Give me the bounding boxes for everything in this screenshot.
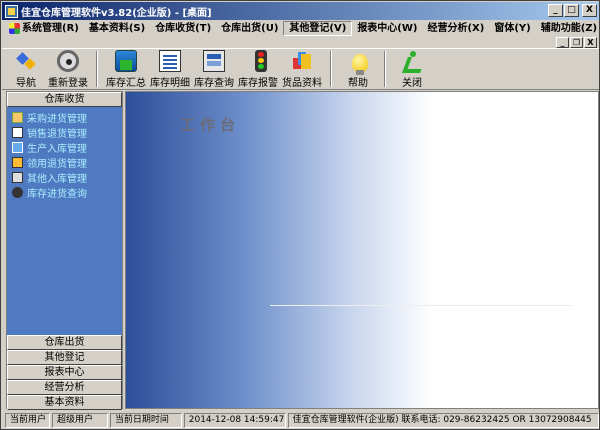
close-icon xyxy=(401,50,423,72)
window-title: 佳宜仓库管理软件v3.82(企业版) - [桌面] xyxy=(21,7,212,19)
toolbar-separator xyxy=(384,51,386,87)
toolbar-separator xyxy=(330,51,332,87)
stock-alarm-icon xyxy=(254,50,267,72)
desktop-title: 工作台 xyxy=(180,116,241,134)
sidebar-item-production-in[interactable]: 生产入库管理 xyxy=(7,140,122,155)
menu-warehouse-receive[interactable]: 仓库收货(T) xyxy=(150,21,216,36)
purchase-icon xyxy=(12,112,23,123)
status-contact: 佳宜仓库管理软件(企业版) 联系电话: 029-86232425 OR 1307… xyxy=(287,413,600,428)
relogin-icon xyxy=(57,50,79,72)
stock-alarm-button[interactable]: 库存报警 xyxy=(236,49,280,89)
usage-return-icon xyxy=(12,157,23,168)
status-user-value: 超级用户 xyxy=(51,413,108,428)
system-icon xyxy=(9,23,20,34)
sidebar-group-other-register[interactable]: 其他登记 xyxy=(7,350,122,365)
stock-query-icon xyxy=(203,50,225,72)
menu-other-register[interactable]: 其他登记(V) xyxy=(283,21,353,36)
query-icon xyxy=(12,187,23,198)
app-window: 佳宜仓库管理软件v3.82(企业版) - [桌面] _ □ X 系统管理(R) … xyxy=(0,0,600,430)
toolbar-separator xyxy=(96,51,98,87)
menu-warehouse-ship[interactable]: 仓库出货(U) xyxy=(216,21,283,36)
menu-aux-functions[interactable]: 辅助功能(Z) xyxy=(536,21,600,36)
minimize-button[interactable]: _ xyxy=(548,4,563,17)
stock-summary-button[interactable]: 库存汇总 xyxy=(104,49,148,89)
menu-business-analysis[interactable]: 经营分析(X) xyxy=(422,21,489,36)
menu-basic-data[interactable]: 基本资料(S) xyxy=(84,21,150,36)
status-datetime-label: 当前日期时间 xyxy=(109,413,182,428)
sidebar-group-body: 采购进货管理 销售退货管理 生产入库管理 领用退货管理 其他入库管理 库存进货查… xyxy=(7,107,122,335)
sidebar-group-warehouse-ship[interactable]: 仓库出货 xyxy=(7,335,122,350)
status-user-label: 当前用户 xyxy=(5,413,50,428)
sidebar: 仓库收货 采购进货管理 销售退货管理 生产入库管理 领用退货管理 其他入库管理 … xyxy=(6,91,123,410)
help-icon xyxy=(351,54,368,75)
stock-detail-button[interactable]: 库存明细 xyxy=(148,49,192,89)
other-in-icon xyxy=(12,172,23,183)
sidebar-item-usage-return[interactable]: 领用退货管理 xyxy=(7,155,122,170)
sidebar-group-business-analysis[interactable]: 经营分析 xyxy=(7,380,122,395)
sales-return-icon xyxy=(12,127,23,138)
stock-query-button[interactable]: 库存查询 xyxy=(192,49,236,89)
status-datetime-value: 2014-12-08 14:59:47 xyxy=(183,413,286,428)
production-icon xyxy=(12,142,23,153)
goods-button[interactable]: 货品资料 xyxy=(280,49,324,89)
nav-button[interactable]: 导航 xyxy=(6,49,46,89)
sidebar-item-stock-in-query[interactable]: 库存进货查询 xyxy=(7,185,122,200)
desktop-panel: 工作台 xyxy=(125,91,599,409)
menu-report-center[interactable]: 报表中心(W) xyxy=(352,21,422,36)
app-icon xyxy=(5,4,18,18)
sidebar-group-report-center[interactable]: 报表中心 xyxy=(7,365,122,380)
nav-icon xyxy=(15,50,37,72)
goods-icon xyxy=(291,50,313,72)
sidebar-groups: 仓库出货 其他登记 报表中心 经营分析 基本资料 xyxy=(7,335,122,410)
toolbar: 导航 重新登录 库存汇总 库存明细 库存查询 库存报警 货品资料 帮助 关闭 xyxy=(2,48,599,90)
sidebar-item-other-in[interactable]: 其他入库管理 xyxy=(7,170,122,185)
sidebar-item-purchase-in[interactable]: 采购进货管理 xyxy=(7,110,122,125)
mdi-minimize-button[interactable]: _ xyxy=(556,37,569,48)
maximize-button[interactable]: □ xyxy=(564,4,579,17)
stock-summary-icon xyxy=(115,50,137,72)
close-window-button[interactable]: X xyxy=(582,4,597,17)
mdi-restore-button[interactable]: ❐ xyxy=(570,37,583,48)
menu-system[interactable]: 系统管理(R) xyxy=(4,21,84,36)
relogin-button[interactable]: 重新登录 xyxy=(46,49,90,89)
menu-bar: 系统管理(R) 基本资料(S) 仓库收货(T) 仓库出货(U) 其他登记(V) … xyxy=(2,20,599,37)
mdi-controls: _ ❐ X xyxy=(556,37,597,48)
sidebar-group-basic-data[interactable]: 基本资料 xyxy=(7,395,122,410)
menu-window[interactable]: 窗体(Y) xyxy=(489,21,535,36)
close-button[interactable]: 关闭 xyxy=(392,49,432,89)
help-button[interactable]: 帮助 xyxy=(338,49,378,89)
mdi-close-button[interactable]: X xyxy=(584,37,597,48)
title-bar: 佳宜仓库管理软件v3.82(企业版) - [桌面] _ □ X xyxy=(2,2,599,20)
sidebar-group-warehouse-receive[interactable]: 仓库收货 xyxy=(7,92,122,107)
sidebar-item-sales-return[interactable]: 销售退货管理 xyxy=(7,125,122,140)
status-bar: 当前用户 超级用户 当前日期时间 2014-12-08 14:59:47 佳宜仓… xyxy=(2,412,600,429)
desktop-divider xyxy=(270,305,572,306)
stock-detail-icon xyxy=(159,50,181,72)
